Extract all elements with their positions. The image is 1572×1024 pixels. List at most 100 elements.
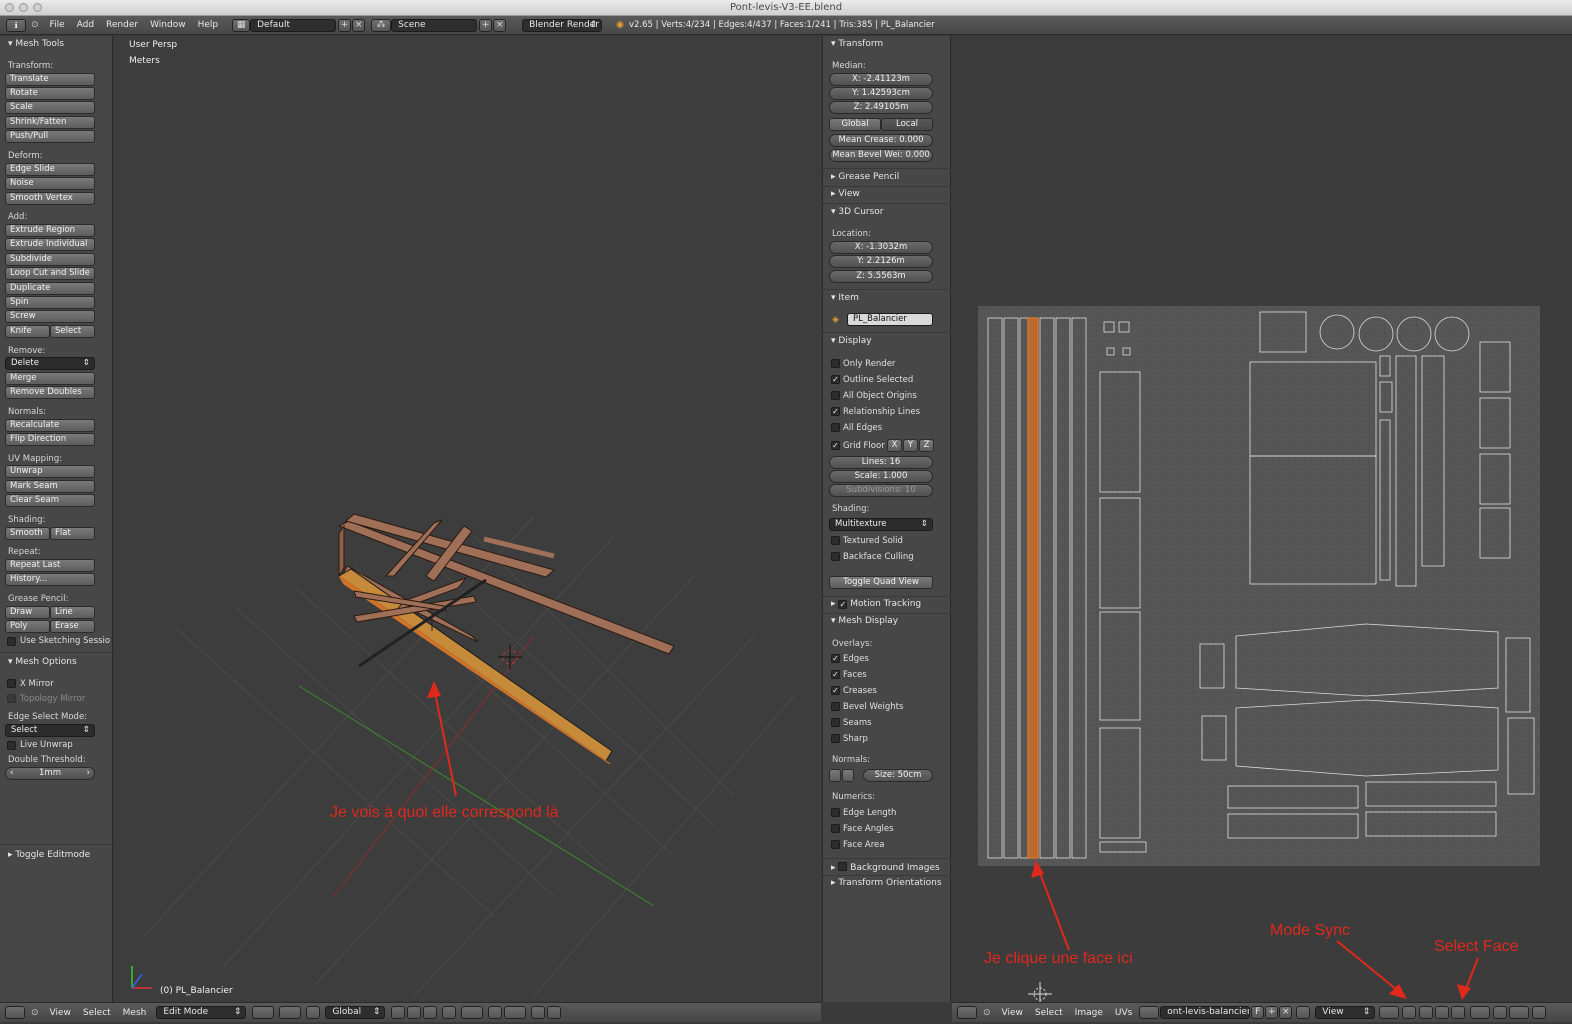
viewport-shading-icon[interactable]: [252, 1006, 275, 1019]
smooth-button[interactable]: Smooth: [5, 527, 50, 540]
repeat-last-button[interactable]: Repeat Last: [5, 559, 95, 572]
flat-button[interactable]: Flat: [50, 527, 95, 540]
knife-button[interactable]: Knife: [5, 325, 50, 338]
menu-mesh[interactable]: Mesh: [117, 1008, 153, 1018]
manipulator-icon[interactable]: [306, 1006, 321, 1019]
rotate-button[interactable]: Rotate: [5, 87, 95, 100]
face-normals-toggle[interactable]: [842, 769, 854, 782]
uv-proportional-edit-icon[interactable]: [1470, 1006, 1491, 1019]
scale-button[interactable]: Scale: [5, 101, 95, 114]
uv-face-select-icon[interactable]: [1451, 1006, 1466, 1019]
menu-view[interactable]: View: [44, 1008, 77, 1018]
mark-seam-button[interactable]: Mark Seam: [5, 480, 95, 493]
knife-select-button[interactable]: Select: [50, 325, 95, 338]
decrement-arrow-icon[interactable]: ‹: [10, 768, 13, 779]
motion-tracking-header[interactable]: ▸ ✓ Motion Tracking: [831, 599, 921, 609]
recalculate-button[interactable]: Recalculate: [5, 419, 95, 432]
mean-bevel-field[interactable]: Mean Bevel Wei: 0.000: [829, 149, 933, 162]
uv-2d-cursor-icon[interactable]: [1028, 982, 1052, 1002]
menu-add[interactable]: Add: [71, 20, 100, 30]
cursor-y-field[interactable]: Y: 2.2126m: [829, 255, 933, 268]
editor-type-menu[interactable]: ℹ: [6, 18, 26, 32]
overlay-bevel-weights-checkbox[interactable]: [831, 702, 840, 711]
layout-remove-button[interactable]: ×: [352, 18, 366, 32]
menu-select[interactable]: Select: [77, 1008, 117, 1018]
overlay-edges-checkbox[interactable]: ✓: [831, 654, 840, 663]
remove-doubles-button[interactable]: Remove Doubles: [5, 386, 95, 399]
3d-cursor-icon[interactable]: [498, 645, 522, 669]
uv-sync-selection-icon[interactable]: [1402, 1006, 1417, 1019]
edge-length-checkbox[interactable]: [831, 808, 840, 817]
all-edges-checkbox[interactable]: [831, 423, 840, 432]
menu-window[interactable]: Window: [144, 20, 192, 30]
noise-button[interactable]: Noise: [5, 177, 95, 190]
mesh-display-header[interactable]: ▾ Mesh Display: [831, 616, 898, 626]
push-pull-button[interactable]: Push/Pull: [5, 130, 95, 143]
item-header[interactable]: ▾ Item: [831, 293, 859, 303]
median-x-field[interactable]: X: -2.41123m: [829, 73, 933, 86]
cursor-z-field[interactable]: Z: 5.5563m: [829, 270, 933, 283]
occlude-geometry-icon[interactable]: [442, 1006, 457, 1019]
minimize-window-button[interactable]: [19, 3, 28, 12]
view-mode-select[interactable]: View ⇕: [1315, 1006, 1376, 1019]
grid-floor-checkbox[interactable]: ✓: [831, 441, 840, 450]
delete-menu[interactable]: Delete ⇕: [5, 357, 95, 370]
menu-render[interactable]: Render: [100, 20, 144, 30]
overlay-seams-checkbox[interactable]: [831, 718, 840, 727]
overlay-creases-checkbox[interactable]: ✓: [831, 686, 840, 695]
scale-field[interactable]: Scale: 1.000: [829, 470, 933, 483]
shading-select[interactable]: Multitexture ⇕: [829, 518, 933, 531]
subdivisions-field[interactable]: Subdivisions: 10: [829, 484, 933, 497]
cursor-header[interactable]: ▾ 3D Cursor: [831, 207, 884, 217]
local-toggle[interactable]: Local: [881, 118, 933, 131]
display-header[interactable]: ▾ Display: [831, 336, 872, 346]
textured-solid-checkbox[interactable]: [831, 536, 840, 545]
all-object-origins-checkbox[interactable]: [831, 391, 840, 400]
median-y-field[interactable]: Y: 1.42593cm: [829, 87, 933, 100]
uv-snap-element-icon[interactable]: [1509, 1006, 1530, 1019]
subdivide-button[interactable]: Subdivide: [5, 253, 95, 266]
menu-help[interactable]: Help: [192, 20, 225, 30]
relationship-lines-checkbox[interactable]: ✓: [831, 407, 840, 416]
draw-button[interactable]: Draw: [5, 606, 50, 619]
transform-header[interactable]: ▾ Transform: [831, 39, 883, 49]
duplicate-button[interactable]: Duplicate: [5, 282, 95, 295]
outline-selected-checkbox[interactable]: ✓: [831, 375, 840, 384]
image-browse-icon[interactable]: [1139, 1006, 1160, 1019]
face-select-icon[interactable]: [423, 1006, 438, 1019]
overlay-sharp-checkbox[interactable]: [831, 734, 840, 743]
erase-button[interactable]: Erase: [50, 620, 95, 633]
cursor-x-field[interactable]: X: -1.3032m: [829, 241, 933, 254]
pivot-icon[interactable]: [1379, 1006, 1400, 1019]
increment-arrow-icon[interactable]: ›: [87, 768, 90, 779]
history-button[interactable]: History...: [5, 573, 95, 586]
axis-y-toggle[interactable]: Y: [903, 439, 918, 452]
uv-extra-icon[interactable]: [1532, 1006, 1547, 1019]
mode-select[interactable]: Edit Mode ⇕: [156, 1006, 247, 1019]
uv-image-editor[interactable]: Je clique une face ici Mode Sync Select …: [952, 36, 1572, 1002]
collapse-menu-icon[interactable]: ⊙: [983, 1008, 991, 1018]
mesh-tools-header[interactable]: ▾ Mesh Tools: [8, 39, 64, 49]
unwrap-button[interactable]: Unwrap: [5, 465, 95, 478]
uv-menu-uvs[interactable]: UVs: [1109, 1008, 1138, 1018]
background-images-checkbox[interactable]: [838, 862, 848, 871]
layout-grid-icon[interactable]: ▦: [232, 18, 251, 32]
scene-icon[interactable]: ⁂: [371, 18, 392, 32]
lines-field[interactable]: Lines: 16: [829, 456, 933, 469]
snap-element-icon[interactable]: [504, 1006, 527, 1019]
image-unlink-button[interactable]: ×: [1279, 1006, 1293, 1019]
sketching-checkbox[interactable]: [7, 637, 16, 646]
uv-menu-select[interactable]: Select: [1029, 1008, 1069, 1018]
line-button[interactable]: Line: [50, 606, 95, 619]
poly-button[interactable]: Poly: [5, 620, 50, 633]
merge-button[interactable]: Merge: [5, 372, 95, 385]
median-z-field[interactable]: Z: 2.49105m: [829, 101, 933, 114]
face-area-checkbox[interactable]: [831, 840, 840, 849]
translate-button[interactable]: Translate: [5, 73, 95, 86]
editor-type-3d-icon[interactable]: [5, 1006, 25, 1019]
toggle-quad-view-button[interactable]: Toggle Quad View: [829, 576, 933, 589]
background-images-header[interactable]: ▸ Background Images: [831, 861, 940, 873]
image-name-field[interactable]: ont-levis-balancier.png: [1160, 1006, 1251, 1019]
screw-button[interactable]: Screw: [5, 310, 95, 323]
backface-culling-checkbox[interactable]: [831, 552, 840, 561]
